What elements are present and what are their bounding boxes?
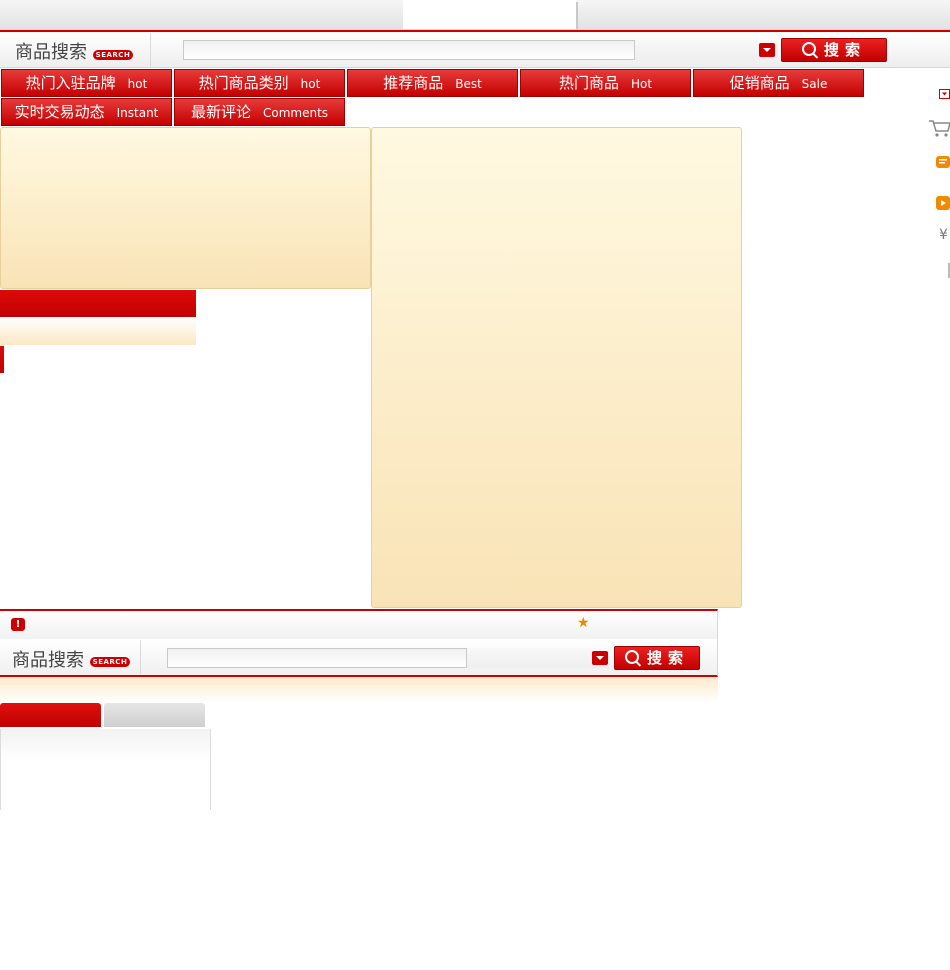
tab-label-en: hot (127, 77, 148, 91)
search-divider (150, 33, 151, 67)
tab-label: 实时交易动态 (14, 103, 105, 121)
top-tab-active[interactable] (403, 0, 576, 29)
category-select[interactable] (635, 40, 778, 60)
star-icon[interactable]: ★ (577, 615, 590, 631)
tab-hot-products[interactable]: 热门商品 Hot (520, 69, 691, 97)
tab-label: 热门商品 (558, 74, 619, 92)
section-marker (0, 346, 4, 373)
top-strip (0, 0, 950, 30)
search-button-label: 搜索 (823, 41, 866, 59)
comment-icon[interactable] (936, 156, 950, 170)
footer-chevron-down-icon[interactable] (592, 651, 608, 665)
cart-icon[interactable] (928, 118, 950, 138)
content-panel-left (0, 127, 371, 289)
section-header-bar (0, 290, 196, 317)
tab-live-trades[interactable]: 实时交易动态 Instant (1, 98, 172, 126)
bottom-tab-inactive[interactable] (104, 703, 205, 727)
tab-promotions[interactable]: 促销商品 Sale (693, 69, 864, 97)
tab-label: 促销商品 (729, 74, 790, 92)
search-button[interactable]: 搜索 (781, 38, 887, 62)
footer-search-button-label: 搜索 (646, 649, 689, 667)
footer-search-title: 商品搜索 (12, 650, 84, 671)
tab-label: 最新评论 (190, 103, 251, 121)
footer-category-select[interactable] (467, 648, 610, 668)
tab-label: 热门商品类别 (198, 74, 289, 92)
yen-icon[interactable]: ¥ (939, 227, 948, 243)
play-icon[interactable] (936, 196, 950, 210)
tab-hot-categories[interactable]: 热门商品类别 hot (174, 69, 345, 97)
section-subbar (0, 317, 196, 345)
footer-search-divider (140, 640, 141, 674)
content-panel-right (371, 127, 742, 608)
footer-search-icon (624, 650, 639, 664)
footer-strip (0, 677, 718, 702)
dropdown-icon[interactable] (939, 89, 950, 99)
tab-recommended[interactable]: 推荐商品 Best (347, 69, 518, 97)
search-bar: 商品搜索 SEARCH 搜索 (0, 30, 950, 68)
tab-label-en: Best (455, 77, 482, 91)
footer-search-badge: SEARCH (90, 657, 130, 667)
search-title: 商品搜索 (15, 42, 87, 63)
footer-search-bar: 商品搜索 SEARCH 搜索 (0, 639, 718, 677)
chevron-down-icon[interactable] (759, 43, 775, 57)
tab-label-en: Instant (116, 106, 159, 120)
footer-search-button[interactable]: 搜索 (614, 646, 700, 670)
tab-hot-brands[interactable]: 热门入驻品牌 hot (1, 69, 172, 97)
tab-label-en: hot (300, 77, 321, 91)
footer-search-input[interactable] (167, 648, 467, 668)
search-icon (801, 42, 816, 56)
footer-bar: ! ★ (0, 609, 718, 639)
tab-label-en: Comments (262, 106, 329, 120)
tab-label-en: Sale (801, 77, 828, 91)
tab-latest-comments[interactable]: 最新评论 Comments (174, 98, 345, 126)
bottom-tab-active[interactable] (0, 703, 101, 727)
search-input[interactable] (183, 40, 635, 60)
tab-label: 热门入驻品牌 (25, 74, 116, 92)
tab-label: 推荐商品 (383, 74, 444, 92)
search-badge: SEARCH (93, 50, 133, 60)
top-divider (576, 2, 578, 29)
alert-icon[interactable]: ! (11, 618, 25, 631)
bottom-panel (0, 729, 211, 810)
tab-label-en: Hot (630, 77, 653, 91)
